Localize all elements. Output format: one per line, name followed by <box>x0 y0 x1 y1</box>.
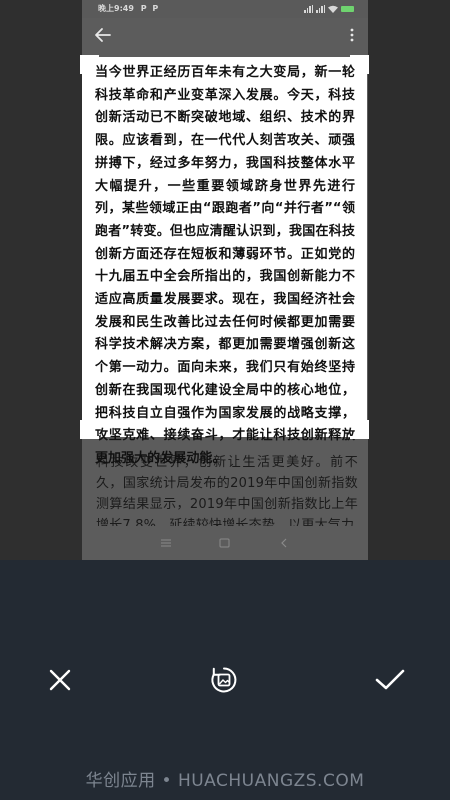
cancel-button[interactable] <box>40 660 80 700</box>
watermark: 华创应用 • HUACHUANGZS.COM <box>85 771 365 791</box>
crop-region[interactable]: 当今世界正经历百年未有之大变局，新一轮科技革命和产业变革深入发展。今天，科技创新… <box>80 55 369 466</box>
battery-icon <box>341 6 354 12</box>
more-vertical-icon <box>350 28 354 42</box>
captured-status-bar: 晚上9:49 P P <box>82 0 368 18</box>
crop-handle-top-left[interactable] <box>80 55 99 74</box>
left-dim-margin <box>0 0 82 560</box>
screen: 晚上9:49 P P 科技改变世界，创新让生活更美好。前不久，国家统计局发布的2… <box>0 0 450 800</box>
crop-handle-top-right[interactable] <box>350 55 369 74</box>
status-time-text: 晚上9:49 <box>98 4 134 13</box>
crop-handle-bottom-left[interactable] <box>80 420 99 439</box>
status-app-icon-2: P <box>152 4 159 13</box>
rotate-button[interactable] <box>204 660 244 700</box>
bottom-toolbar <box>0 560 450 800</box>
right-dim-margin <box>368 0 450 560</box>
checkmark-icon <box>375 669 405 690</box>
status-time: 晚上9:49 P P <box>98 0 158 18</box>
signal-icon <box>304 5 313 13</box>
captured-nav-bar <box>82 526 368 560</box>
home-square-icon <box>219 538 230 548</box>
menu-icon <box>161 539 171 547</box>
selected-article-text: 当今世界正经历百年未有之大变局，新一轮科技革命和产业变革深入发展。今天，科技创新… <box>95 65 355 466</box>
wifi-icon <box>328 5 338 13</box>
status-app-icon-1: P <box>140 4 147 13</box>
confirm-button[interactable] <box>370 660 410 700</box>
back-chevron-icon <box>281 538 287 548</box>
crop-handle-bottom-right[interactable] <box>350 420 369 439</box>
captured-app-bar <box>82 18 368 52</box>
status-indicators <box>304 0 354 18</box>
rotate-image-icon <box>211 667 237 693</box>
close-icon <box>49 669 71 691</box>
signal-icon-2 <box>316 5 325 13</box>
arrow-left-icon <box>95 28 111 42</box>
